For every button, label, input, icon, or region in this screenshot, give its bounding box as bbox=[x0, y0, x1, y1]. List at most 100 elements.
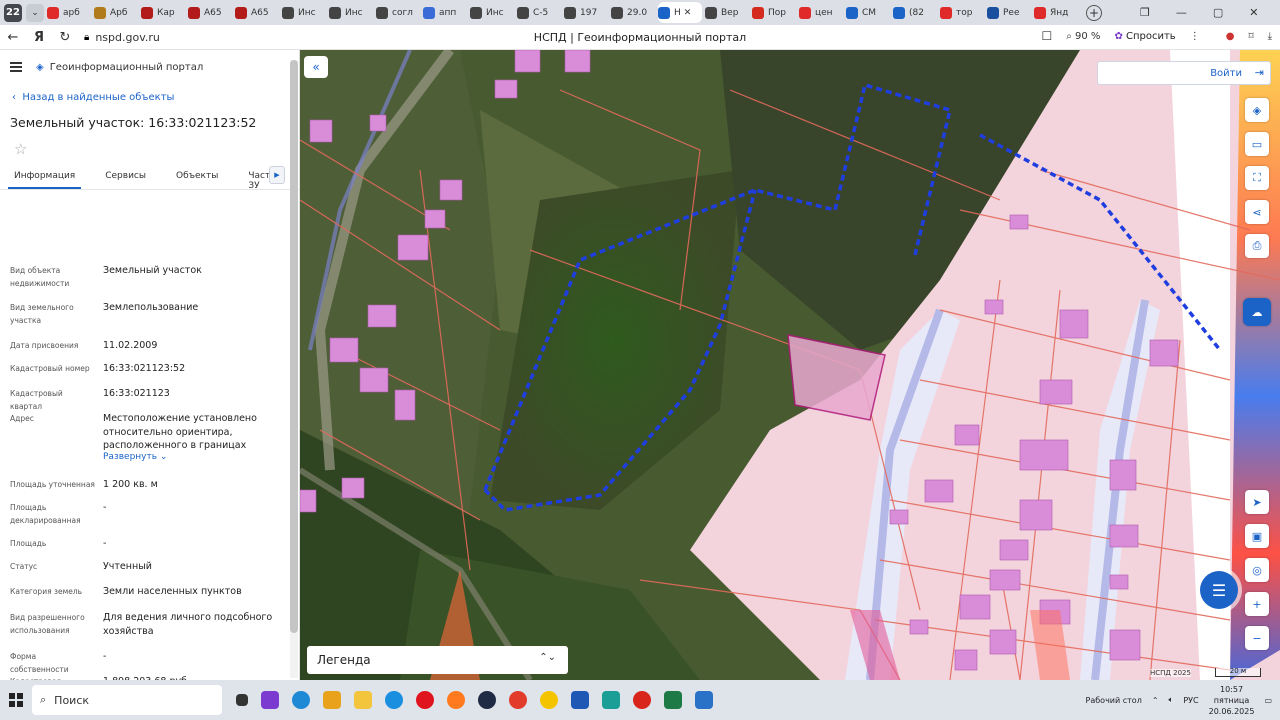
tab-menu-chevron-icon[interactable]: ⌄ bbox=[26, 3, 44, 22]
tab-b-4[interactable]: А65 bbox=[235, 2, 279, 23]
back-arrow-icon[interactable]: ← bbox=[0, 30, 26, 45]
tab-1[interactable]: Сервисы bbox=[99, 168, 152, 189]
expand-address-link[interactable]: Развернуть ⌄ bbox=[103, 452, 167, 462]
ask-button[interactable]: ✿ Спросить bbox=[1114, 31, 1175, 42]
basemap-icon[interactable]: ▣ bbox=[1245, 524, 1269, 548]
reading-list-icon[interactable]: ⌑ bbox=[1248, 31, 1253, 42]
tab-b-0[interactable]: арб bbox=[47, 2, 91, 23]
tab-a-7[interactable]: Янд bbox=[1034, 2, 1078, 23]
tab-label: Арб bbox=[110, 7, 128, 18]
tab-a-1[interactable]: Пор bbox=[752, 2, 796, 23]
taskbar-search[interactable]: ⌕ Поиск bbox=[32, 685, 222, 715]
tab-b-7[interactable]: согл bbox=[376, 2, 420, 23]
more-menu-icon[interactable]: ⋮ bbox=[1190, 31, 1200, 42]
locate-me-icon[interactable]: ➤ bbox=[1245, 490, 1269, 514]
url-text[interactable]: nspd.gov.ru bbox=[95, 31, 160, 44]
tab-b-6[interactable]: Инс bbox=[329, 2, 373, 23]
hamburger-menu-icon[interactable] bbox=[10, 60, 22, 74]
collapse-panel-button[interactable]: « bbox=[304, 56, 328, 78]
tab-b-2[interactable]: Кар bbox=[141, 2, 185, 23]
share-icon[interactable]: ⋖ bbox=[1245, 200, 1269, 224]
login-button[interactable]: Войти ⇥ bbox=[1097, 61, 1271, 85]
tab-b-5[interactable]: Инс bbox=[282, 2, 326, 23]
tab-b-12[interactable]: 29.0 bbox=[611, 2, 655, 23]
yandex-active-icon[interactable] bbox=[633, 691, 651, 709]
tab-0[interactable]: Информация bbox=[8, 168, 82, 189]
map-canvas[interactable]: « Войти ⇥ ◈ ▭ ⛶ ⋖ ⎙ ☁ ➤ ▣ ◎ + − ☰ Легенда… bbox=[300, 50, 1280, 680]
internet-explorer-icon[interactable] bbox=[385, 691, 403, 709]
tab-label: А65 bbox=[251, 7, 269, 18]
legend-dropdown[interactable]: Легенда ⌃⌄ bbox=[307, 646, 568, 674]
start-button[interactable] bbox=[0, 693, 32, 707]
outlook-icon[interactable] bbox=[323, 691, 341, 709]
minimize-icon[interactable]: — bbox=[1176, 6, 1187, 19]
task-view-icon[interactable] bbox=[236, 694, 248, 706]
download-icon[interactable]: ⤓ bbox=[1268, 31, 1272, 42]
tab-b-9[interactable]: Инс bbox=[470, 2, 514, 23]
desktop-label[interactable]: Рабочий стол bbox=[1086, 696, 1142, 705]
reload-icon[interactable]: ↻ bbox=[52, 30, 78, 45]
tab-2[interactable]: Объекты bbox=[170, 168, 224, 189]
tab-a-4[interactable]: (82 bbox=[893, 2, 937, 23]
yandex-icon[interactable]: Я bbox=[26, 30, 52, 45]
close-window-icon[interactable]: ✕ bbox=[1249, 6, 1258, 19]
language-indicator[interactable]: РУС bbox=[1183, 696, 1198, 705]
tab-b-1[interactable]: Арб bbox=[94, 2, 138, 23]
zoom-indicator[interactable]: ⌕ 90 % bbox=[1066, 31, 1100, 42]
excel-icon[interactable] bbox=[664, 691, 682, 709]
opera-icon[interactable] bbox=[416, 691, 434, 709]
tabs-overview-icon[interactable]: ❐ bbox=[1140, 6, 1150, 19]
ruler-icon[interactable]: ▭ bbox=[1245, 132, 1269, 156]
speaker-icon[interactable]: 🔈︎ bbox=[1169, 695, 1174, 705]
tab-a-2[interactable]: цен bbox=[799, 2, 843, 23]
tabs-scroll-right-icon[interactable]: ▶ bbox=[269, 166, 285, 184]
windows-taskbar: ⌕ Поиск Рабочий стол ⌃ 🔈︎ РУС 10:57 пятн… bbox=[0, 680, 1280, 720]
tab-a-6[interactable]: Рее bbox=[987, 2, 1031, 23]
tab-a-5[interactable]: тор bbox=[940, 2, 984, 23]
tab-count-badge[interactable]: 22 bbox=[4, 3, 22, 22]
tab-label: тор bbox=[956, 7, 973, 18]
feedback-icon[interactable]: ☁ bbox=[1243, 298, 1271, 326]
tab-favicon-icon bbox=[611, 6, 623, 19]
bookmark-icon[interactable]: ☐ bbox=[1041, 29, 1052, 43]
new-tab-button[interactable]: + bbox=[1086, 4, 1102, 21]
property-label: Дата присвоения bbox=[10, 341, 79, 350]
sidebar-scrollbar-thumb[interactable] bbox=[290, 60, 298, 633]
tab-a-0[interactable]: Вер bbox=[705, 2, 749, 23]
geolocation-icon[interactable]: ◎ bbox=[1245, 558, 1269, 582]
app-icon-3[interactable] bbox=[695, 691, 713, 709]
print-icon[interactable]: ⎙ bbox=[1245, 234, 1269, 258]
close-tab-icon[interactable]: ✕ bbox=[684, 8, 692, 18]
file-explorer-icon[interactable] bbox=[354, 691, 372, 709]
chevron-down-icon: ⌄ bbox=[157, 452, 168, 462]
zoom-app-icon[interactable] bbox=[478, 691, 496, 709]
word-icon[interactable] bbox=[571, 691, 589, 709]
favorite-star-icon[interactable]: ☆ bbox=[0, 140, 299, 158]
layers-icon[interactable]: ◈ bbox=[1245, 98, 1269, 122]
tab-a-3[interactable]: СМ bbox=[846, 2, 890, 23]
notifications-icon[interactable]: ▭ bbox=[1264, 696, 1272, 705]
yandex-disk-icon[interactable] bbox=[540, 691, 558, 709]
property-label: Площадь декларированная bbox=[10, 503, 81, 525]
chat-icon[interactable]: ☰ bbox=[1200, 571, 1238, 609]
zoom-in-button[interactable]: + bbox=[1245, 592, 1269, 616]
tab-b-3[interactable]: А65 bbox=[188, 2, 232, 23]
tab-b-8[interactable]: апп bbox=[423, 2, 467, 23]
tab-active[interactable]: Н ✕ bbox=[658, 2, 702, 23]
zoom-out-button[interactable]: − bbox=[1245, 626, 1269, 650]
tab-label: апп bbox=[439, 7, 457, 18]
firefox-icon[interactable] bbox=[447, 691, 465, 709]
tab-b-10[interactable]: С-5 bbox=[517, 2, 561, 23]
yandex-browser-icon[interactable] bbox=[509, 691, 527, 709]
tray-chevron-icon[interactable]: ⌃ bbox=[1152, 696, 1159, 705]
restore-icon[interactable]: ▢ bbox=[1213, 6, 1223, 19]
select-area-icon[interactable]: ⛶ bbox=[1245, 166, 1269, 190]
app-icon-1[interactable] bbox=[261, 691, 279, 709]
back-to-results-link[interactable]: ‹ Назад в найденные объекты bbox=[0, 92, 299, 103]
extension-icon[interactable]: ● bbox=[1226, 31, 1235, 42]
edge-icon[interactable] bbox=[292, 691, 310, 709]
tab-label: СМ bbox=[862, 7, 877, 18]
tab-b-11[interactable]: 197 bbox=[564, 2, 608, 23]
clock[interactable]: 10:57 пятница 20.06.2025 bbox=[1209, 684, 1255, 717]
app-icon-2[interactable] bbox=[602, 691, 620, 709]
